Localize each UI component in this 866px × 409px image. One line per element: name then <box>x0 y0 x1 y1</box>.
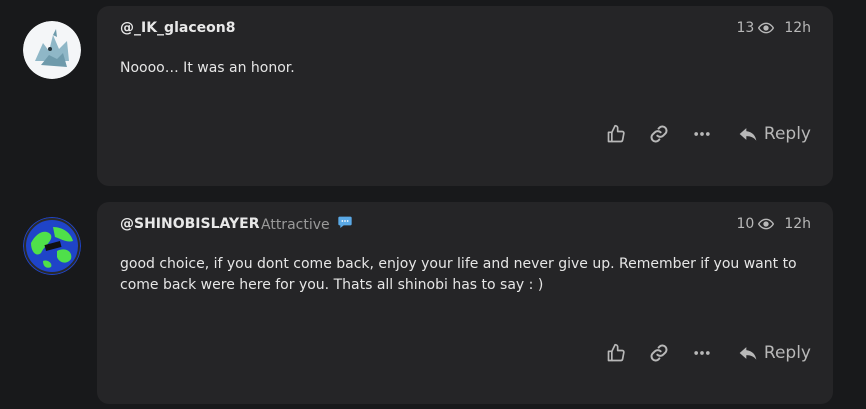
reply-label: Reply <box>763 343 811 363</box>
post-actions: Reply <box>606 343 811 363</box>
eye-icon <box>758 22 775 34</box>
user-title: Attractive <box>261 217 330 233</box>
views-count: 13 <box>736 20 755 36</box>
copy-link-button[interactable] <box>649 124 669 144</box>
eye-icon <box>758 218 775 230</box>
comment-post: @SHINOBISLAYER Attractive 10 12h good ch… <box>0 195 866 409</box>
comment-body: Noooo… It was an honor. <box>120 60 295 76</box>
more-options-button[interactable] <box>692 124 712 144</box>
reply-arrow-icon <box>739 128 757 141</box>
thumbs-up-icon <box>607 343 625 362</box>
reply-button[interactable]: Reply <box>738 124 811 144</box>
reply-arrow-icon <box>739 347 757 360</box>
link-icon <box>650 125 668 143</box>
ellipsis-icon <box>694 132 710 136</box>
views-count: 10 <box>736 216 755 232</box>
avatar-image <box>23 217 81 275</box>
avatar[interactable] <box>23 21 81 79</box>
more-options-button[interactable] <box>692 343 712 363</box>
timestamp: 12h <box>784 216 811 232</box>
post-meta: 13 12h <box>736 20 811 36</box>
copy-link-button[interactable] <box>649 343 669 363</box>
post-meta: 10 12h <box>736 216 811 232</box>
like-button[interactable] <box>606 343 626 363</box>
like-button[interactable] <box>606 124 626 144</box>
avatar-image <box>23 21 81 79</box>
thumbs-up-icon <box>607 124 625 143</box>
speech-bubble-icon <box>338 216 352 228</box>
comment-card: @_IK_glaceon8 13 12h Noooo… It was an ho… <box>97 6 833 186</box>
comment-body: good choice, if you dont come back, enjo… <box>120 256 797 293</box>
post-actions: Reply <box>606 124 811 144</box>
comment-post: @_IK_glaceon8 13 12h Noooo… It was an ho… <box>0 0 866 190</box>
link-icon <box>650 344 668 362</box>
avatar[interactable] <box>23 217 81 275</box>
comment-card: @SHINOBISLAYER Attractive 10 12h good ch… <box>97 202 833 404</box>
timestamp: 12h <box>784 20 811 36</box>
username[interactable]: @_IK_glaceon8 <box>120 20 235 36</box>
username[interactable]: @SHINOBISLAYER <box>120 216 260 232</box>
reply-button[interactable]: Reply <box>738 343 811 363</box>
ellipsis-icon <box>694 351 710 355</box>
reply-label: Reply <box>763 124 811 144</box>
